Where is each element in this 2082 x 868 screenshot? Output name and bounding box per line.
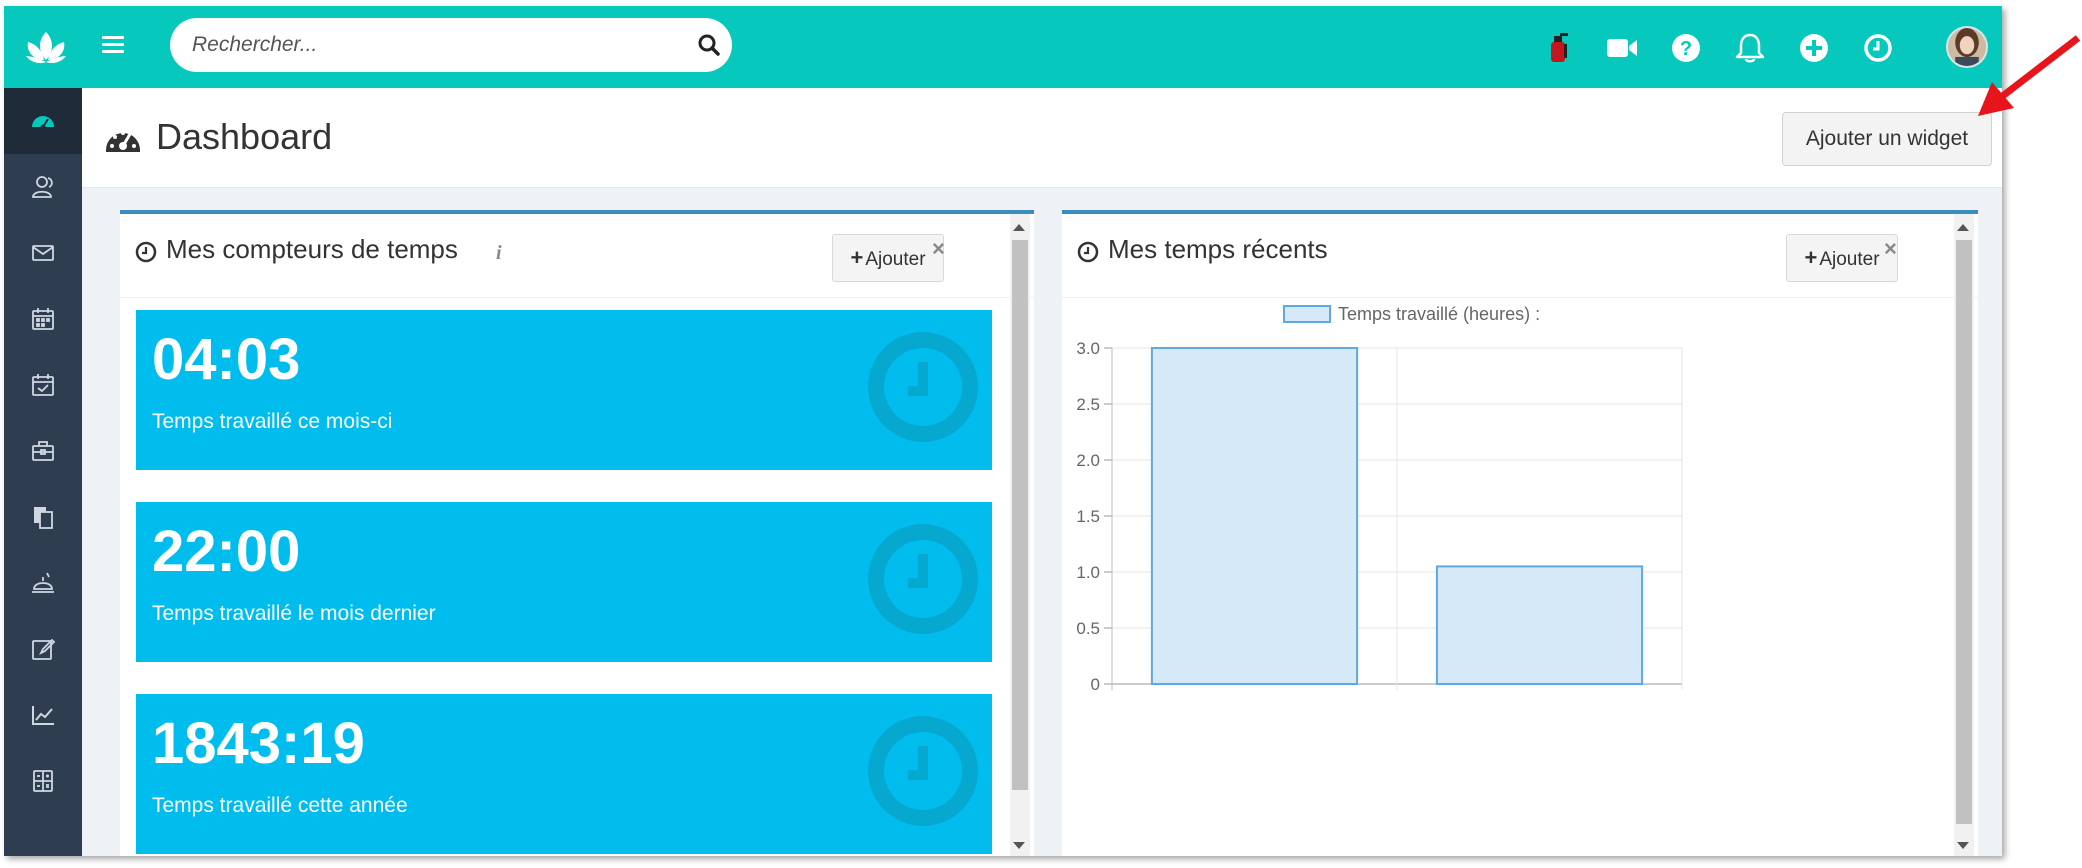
calculator-icon bbox=[33, 770, 53, 792]
scroll-up-icon[interactable] bbox=[1957, 224, 1969, 231]
users-icon bbox=[32, 176, 53, 198]
widget-title: Mes temps récents bbox=[1108, 234, 1328, 264]
add-widget-button[interactable]: Ajouter un widget bbox=[1782, 112, 1992, 166]
scrollbar[interactable] bbox=[1954, 214, 1974, 856]
chart-bar bbox=[1150, 347, 1359, 685]
y-tick-label: 2.0 bbox=[1076, 451, 1100, 470]
y-tick-label: 2.5 bbox=[1076, 395, 1100, 414]
sidebar bbox=[4, 88, 82, 856]
scroll-down-icon[interactable] bbox=[1013, 842, 1025, 849]
add-counter-label: Ajouter bbox=[865, 249, 926, 270]
chart-bar bbox=[1435, 565, 1644, 685]
sidebar-item-users[interactable] bbox=[4, 154, 82, 220]
clock-icon[interactable] bbox=[1860, 30, 1896, 66]
close-widget-button[interactable]: × bbox=[1884, 236, 1897, 262]
plus-circle-icon[interactable] bbox=[1796, 30, 1832, 66]
y-tick-label: 1.0 bbox=[1076, 563, 1100, 582]
widget-title: Mes compteurs de temps bbox=[166, 234, 458, 264]
add-time-label: Ajouter bbox=[1819, 249, 1880, 270]
legend-label: Temps travaillé (heures) : bbox=[1338, 304, 1540, 324]
counter-card: 22:00 Temps travaillé le mois dernier bbox=[136, 502, 992, 662]
sidebar-item-dashboard[interactable] bbox=[4, 88, 82, 154]
recent-times-widget: Mes temps récents + Ajouter × 0 0.5 1.0 1.5 2… bbox=[1062, 210, 1978, 856]
help-icon[interactable]: ? bbox=[1668, 30, 1704, 66]
sidebar-item-mail[interactable] bbox=[4, 220, 82, 286]
clock-icon bbox=[868, 332, 978, 442]
sidebar-item-projects[interactable] bbox=[4, 418, 82, 484]
calendar-icon bbox=[32, 308, 54, 330]
mail-icon bbox=[32, 245, 54, 261]
info-icon[interactable]: i bbox=[496, 242, 502, 265]
y-tick-label: 3.0 bbox=[1076, 339, 1100, 358]
counter-label: Temps travaillé ce mois-ci bbox=[152, 410, 393, 433]
y-tick-label: 1.5 bbox=[1076, 507, 1100, 526]
annotation-arrow-icon bbox=[1978, 35, 2081, 116]
scroll-up-icon[interactable] bbox=[1013, 224, 1025, 231]
bell-icon[interactable] bbox=[1732, 30, 1768, 66]
app-window: ? bbox=[4, 6, 2002, 856]
add-counter-button[interactable]: + Ajouter bbox=[832, 234, 944, 282]
search-bar bbox=[170, 18, 732, 72]
time-counters-widget: Mes compteurs de temps i + Ajouter × 04:0… bbox=[120, 210, 1034, 856]
app-logo-icon[interactable] bbox=[18, 26, 74, 66]
page-title: Dashboard bbox=[156, 116, 333, 157]
recent-times-chart: 0 0.5 1.0 1.5 2.0 2.5 3.0 Temps travaillé (heu… bbox=[1076, 304, 1683, 694]
svg-text:?: ? bbox=[1680, 38, 1692, 60]
dashboard-icon bbox=[32, 116, 54, 130]
documents-icon bbox=[34, 507, 53, 529]
page-header: Dashboard Ajouter un widget bbox=[82, 88, 2002, 188]
y-tick-label: 0.5 bbox=[1076, 619, 1100, 638]
clock-icon bbox=[868, 524, 978, 634]
clock-icon bbox=[868, 716, 978, 826]
fire-extinguisher-icon[interactable] bbox=[1540, 30, 1576, 66]
sidebar-item-calendar[interactable] bbox=[4, 286, 82, 352]
widget-header: Mes compteurs de temps i + Ajouter × bbox=[120, 214, 1034, 298]
sidebar-item-notes[interactable] bbox=[4, 616, 82, 682]
service-bell-icon bbox=[32, 572, 54, 593]
sidebar-item-accounting[interactable] bbox=[4, 748, 82, 814]
legend-swatch bbox=[1283, 305, 1331, 323]
add-time-button[interactable]: + Ajouter bbox=[1786, 234, 1898, 282]
counter-value: 1843:19 bbox=[152, 711, 365, 776]
counter-value: 22:00 bbox=[152, 519, 301, 584]
scrollbar-thumb[interactable] bbox=[1956, 240, 1972, 824]
clock-icon bbox=[135, 241, 157, 263]
scroll-down-icon[interactable] bbox=[1957, 842, 1969, 849]
search-input[interactable] bbox=[192, 28, 672, 62]
scrollbar[interactable] bbox=[1010, 214, 1030, 856]
counter-value: 04:03 bbox=[152, 327, 301, 392]
clock-icon bbox=[1077, 241, 1099, 263]
chart-line-icon bbox=[32, 706, 54, 725]
video-camera-icon[interactable] bbox=[1604, 30, 1640, 66]
counter-label: Temps travaillé le mois dernier bbox=[152, 602, 436, 625]
counter-label: Temps travaillé cette année bbox=[152, 794, 408, 817]
menu-toggle-icon[interactable] bbox=[102, 36, 124, 56]
widget-header: Mes temps récents + Ajouter × bbox=[1062, 214, 1978, 298]
sidebar-item-documents[interactable] bbox=[4, 484, 82, 550]
sidebar-item-reports[interactable] bbox=[4, 682, 82, 748]
calendar-check-icon bbox=[32, 374, 54, 396]
briefcase-icon bbox=[32, 441, 54, 461]
close-widget-button[interactable]: × bbox=[932, 236, 945, 262]
edit-icon bbox=[32, 638, 56, 660]
y-tick-label: 0 bbox=[1091, 675, 1100, 694]
dashboard-icon bbox=[106, 131, 140, 152]
counter-card: 04:03 Temps travaillé ce mois-ci bbox=[136, 310, 992, 470]
counter-card: 1843:19 Temps travaillé cette année bbox=[136, 694, 992, 854]
sidebar-item-services[interactable] bbox=[4, 550, 82, 616]
top-bar: ? bbox=[4, 6, 2002, 88]
sidebar-item-tasks[interactable] bbox=[4, 352, 82, 418]
search-icon[interactable] bbox=[696, 32, 722, 58]
scrollbar-thumb[interactable] bbox=[1012, 240, 1028, 790]
